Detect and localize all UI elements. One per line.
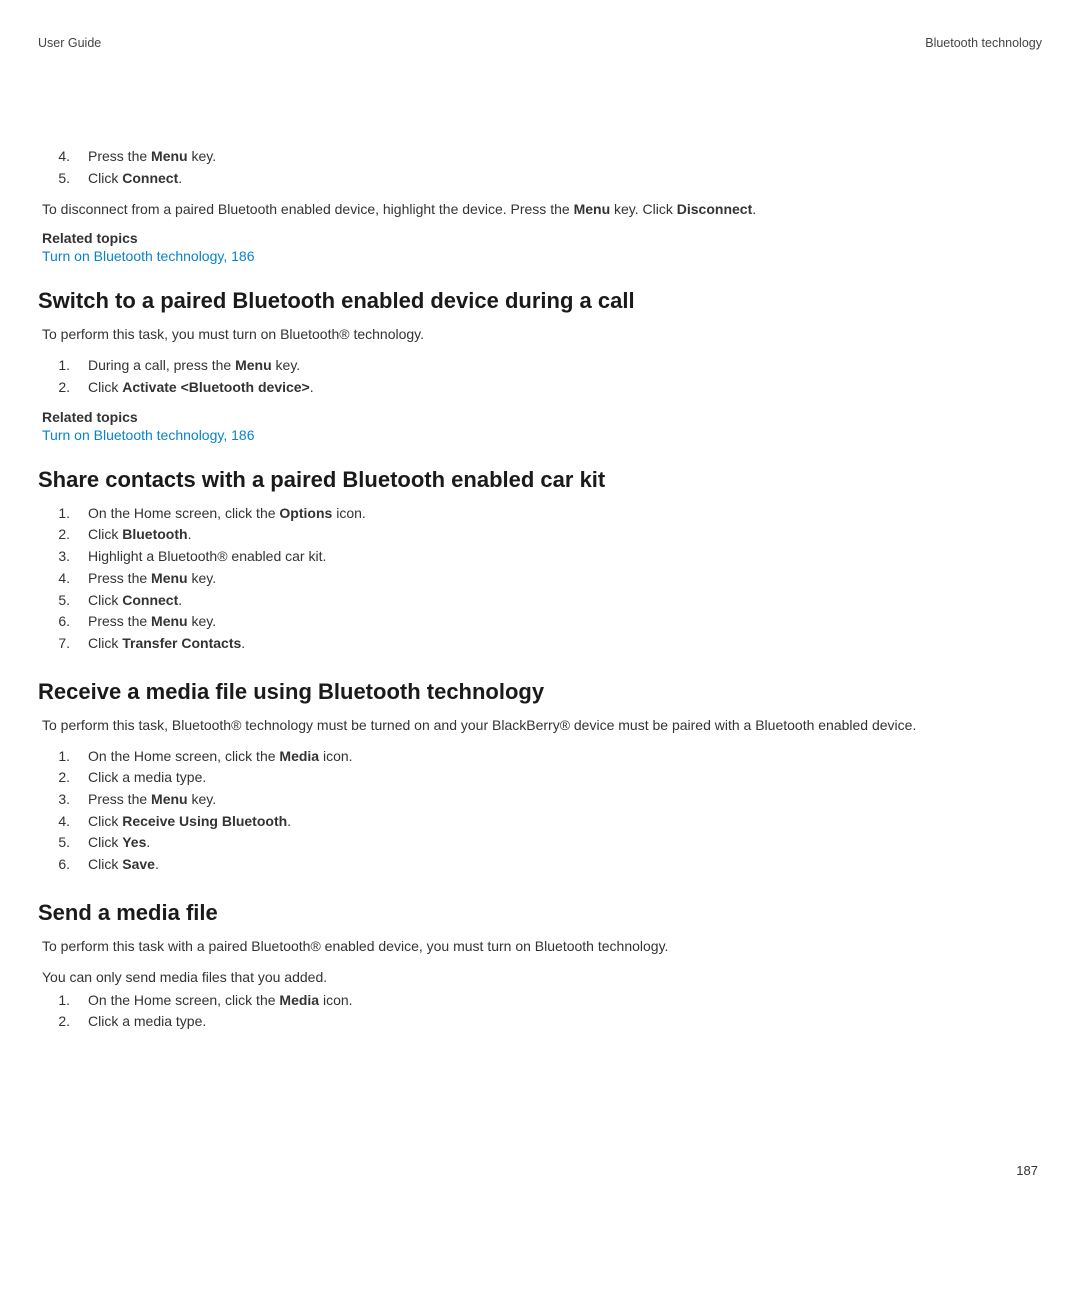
list-item: 2. Click a media type. bbox=[38, 1011, 1042, 1033]
heading-share-contacts: Share contacts with a paired Bluetooth e… bbox=[38, 467, 1042, 493]
s4-intro2: You can only send media files that you a… bbox=[38, 967, 1042, 988]
step-text: Click Receive Using Bluetooth. bbox=[88, 811, 291, 833]
list-item: 1. During a call, press the Menu key. bbox=[38, 355, 1042, 377]
list-item: 4. Click Receive Using Bluetooth. bbox=[38, 811, 1042, 833]
step-text: On the Home screen, click the Media icon… bbox=[88, 990, 353, 1012]
s1-steps: 1. During a call, press the Menu key. 2. Cl… bbox=[38, 355, 1042, 398]
related-link-turn-on-bluetooth-2[interactable]: Turn on Bluetooth technology, 186 bbox=[38, 427, 1042, 443]
heading-receive-media: Receive a media file using Bluetooth tec… bbox=[38, 679, 1042, 705]
step-text: Press the Menu key. bbox=[88, 568, 216, 590]
step-text: Click Bluetooth. bbox=[88, 524, 191, 546]
step-text: Click Connect. bbox=[88, 168, 182, 190]
step-number: 6. bbox=[42, 611, 70, 633]
step-number: 5. bbox=[42, 832, 70, 854]
related-topics-heading: Related topics bbox=[38, 230, 1042, 246]
step-text: On the Home screen, click the Media icon… bbox=[88, 746, 353, 768]
step-number: 2. bbox=[42, 524, 70, 546]
list-item: 6. Press the Menu key. bbox=[38, 611, 1042, 633]
step-text: Click Connect. bbox=[88, 590, 182, 612]
step-text: On the Home screen, click the Options ic… bbox=[88, 503, 366, 525]
list-item: 2. Click a media type. bbox=[38, 767, 1042, 789]
heading-switch-device: Switch to a paired Bluetooth enabled dev… bbox=[38, 288, 1042, 314]
disconnect-note: To disconnect from a paired Bluetooth en… bbox=[38, 199, 1042, 220]
step-number: 6. bbox=[42, 854, 70, 876]
intro-steps-list: 4. Press the Menu key. 5. Click Connect. bbox=[38, 146, 1042, 189]
s4-steps: 1. On the Home screen, click the Media ic… bbox=[38, 990, 1042, 1033]
s2-steps: 1. On the Home screen, click the Options … bbox=[38, 503, 1042, 655]
step-number: 2. bbox=[42, 767, 70, 789]
list-item: 4. Press the Menu key. bbox=[38, 568, 1042, 590]
step-number: 4. bbox=[42, 811, 70, 833]
step-text: Click Save. bbox=[88, 854, 159, 876]
header-right: Bluetooth technology bbox=[925, 36, 1042, 50]
related-link-turn-on-bluetooth[interactable]: Turn on Bluetooth technology, 186 bbox=[38, 248, 1042, 264]
header-left: User Guide bbox=[38, 36, 101, 50]
step-text: During a call, press the Menu key. bbox=[88, 355, 300, 377]
step-text: Press the Menu key. bbox=[88, 789, 216, 811]
step-number: 1. bbox=[42, 746, 70, 768]
page-number: 187 bbox=[1016, 1163, 1038, 1178]
step-text: Click Yes. bbox=[88, 832, 150, 854]
list-item: 7. Click Transfer Contacts. bbox=[38, 633, 1042, 655]
step-number: 1. bbox=[42, 503, 70, 525]
step-text: Press the Menu key. bbox=[88, 611, 216, 633]
list-item: 6. Click Save. bbox=[38, 854, 1042, 876]
step-number: 1. bbox=[42, 990, 70, 1012]
s1-intro: To perform this task, you must turn on B… bbox=[38, 324, 1042, 345]
s3-steps: 1. On the Home screen, click the Media ic… bbox=[38, 746, 1042, 876]
step-number: 3. bbox=[42, 789, 70, 811]
step-number: 5. bbox=[42, 590, 70, 612]
step-text: Click a media type. bbox=[88, 1011, 206, 1033]
step-number: 7. bbox=[42, 633, 70, 655]
list-item: 5. Click Yes. bbox=[38, 832, 1042, 854]
list-item: 2. Click Activate <Bluetooth device>. bbox=[38, 377, 1042, 399]
list-item: 1. On the Home screen, click the Options … bbox=[38, 503, 1042, 525]
s3-intro: To perform this task, Bluetooth® technol… bbox=[38, 715, 1042, 736]
heading-send-media: Send a media file bbox=[38, 900, 1042, 926]
step-number: 4. bbox=[42, 568, 70, 590]
step-number: 5. bbox=[42, 168, 70, 190]
step-number: 2. bbox=[42, 377, 70, 399]
list-item: 5. Click Connect. bbox=[38, 168, 1042, 190]
step-text: Click Activate <Bluetooth device>. bbox=[88, 377, 314, 399]
step-number: 2. bbox=[42, 1011, 70, 1033]
page-header: User Guide Bluetooth technology bbox=[38, 36, 1042, 50]
list-item: 1. On the Home screen, click the Media ic… bbox=[38, 746, 1042, 768]
list-item: 5. Click Connect. bbox=[38, 590, 1042, 612]
step-number: 3. bbox=[42, 546, 70, 568]
step-text: Click Transfer Contacts. bbox=[88, 633, 245, 655]
step-number: 4. bbox=[42, 146, 70, 168]
list-item: 4. Press the Menu key. bbox=[38, 146, 1042, 168]
step-text: Highlight a Bluetooth® enabled car kit. bbox=[88, 546, 326, 568]
list-item: 3. Press the Menu key. bbox=[38, 789, 1042, 811]
s4-intro1: To perform this task with a paired Bluet… bbox=[38, 936, 1042, 957]
list-item: 1. On the Home screen, click the Media ic… bbox=[38, 990, 1042, 1012]
list-item: 3. Highlight a Bluetooth® enabled car kit… bbox=[38, 546, 1042, 568]
step-text: Click a media type. bbox=[88, 767, 206, 789]
list-item: 2. Click Bluetooth. bbox=[38, 524, 1042, 546]
step-text: Press the Menu key. bbox=[88, 146, 216, 168]
related-topics-heading-2: Related topics bbox=[38, 409, 1042, 425]
step-number: 1. bbox=[42, 355, 70, 377]
